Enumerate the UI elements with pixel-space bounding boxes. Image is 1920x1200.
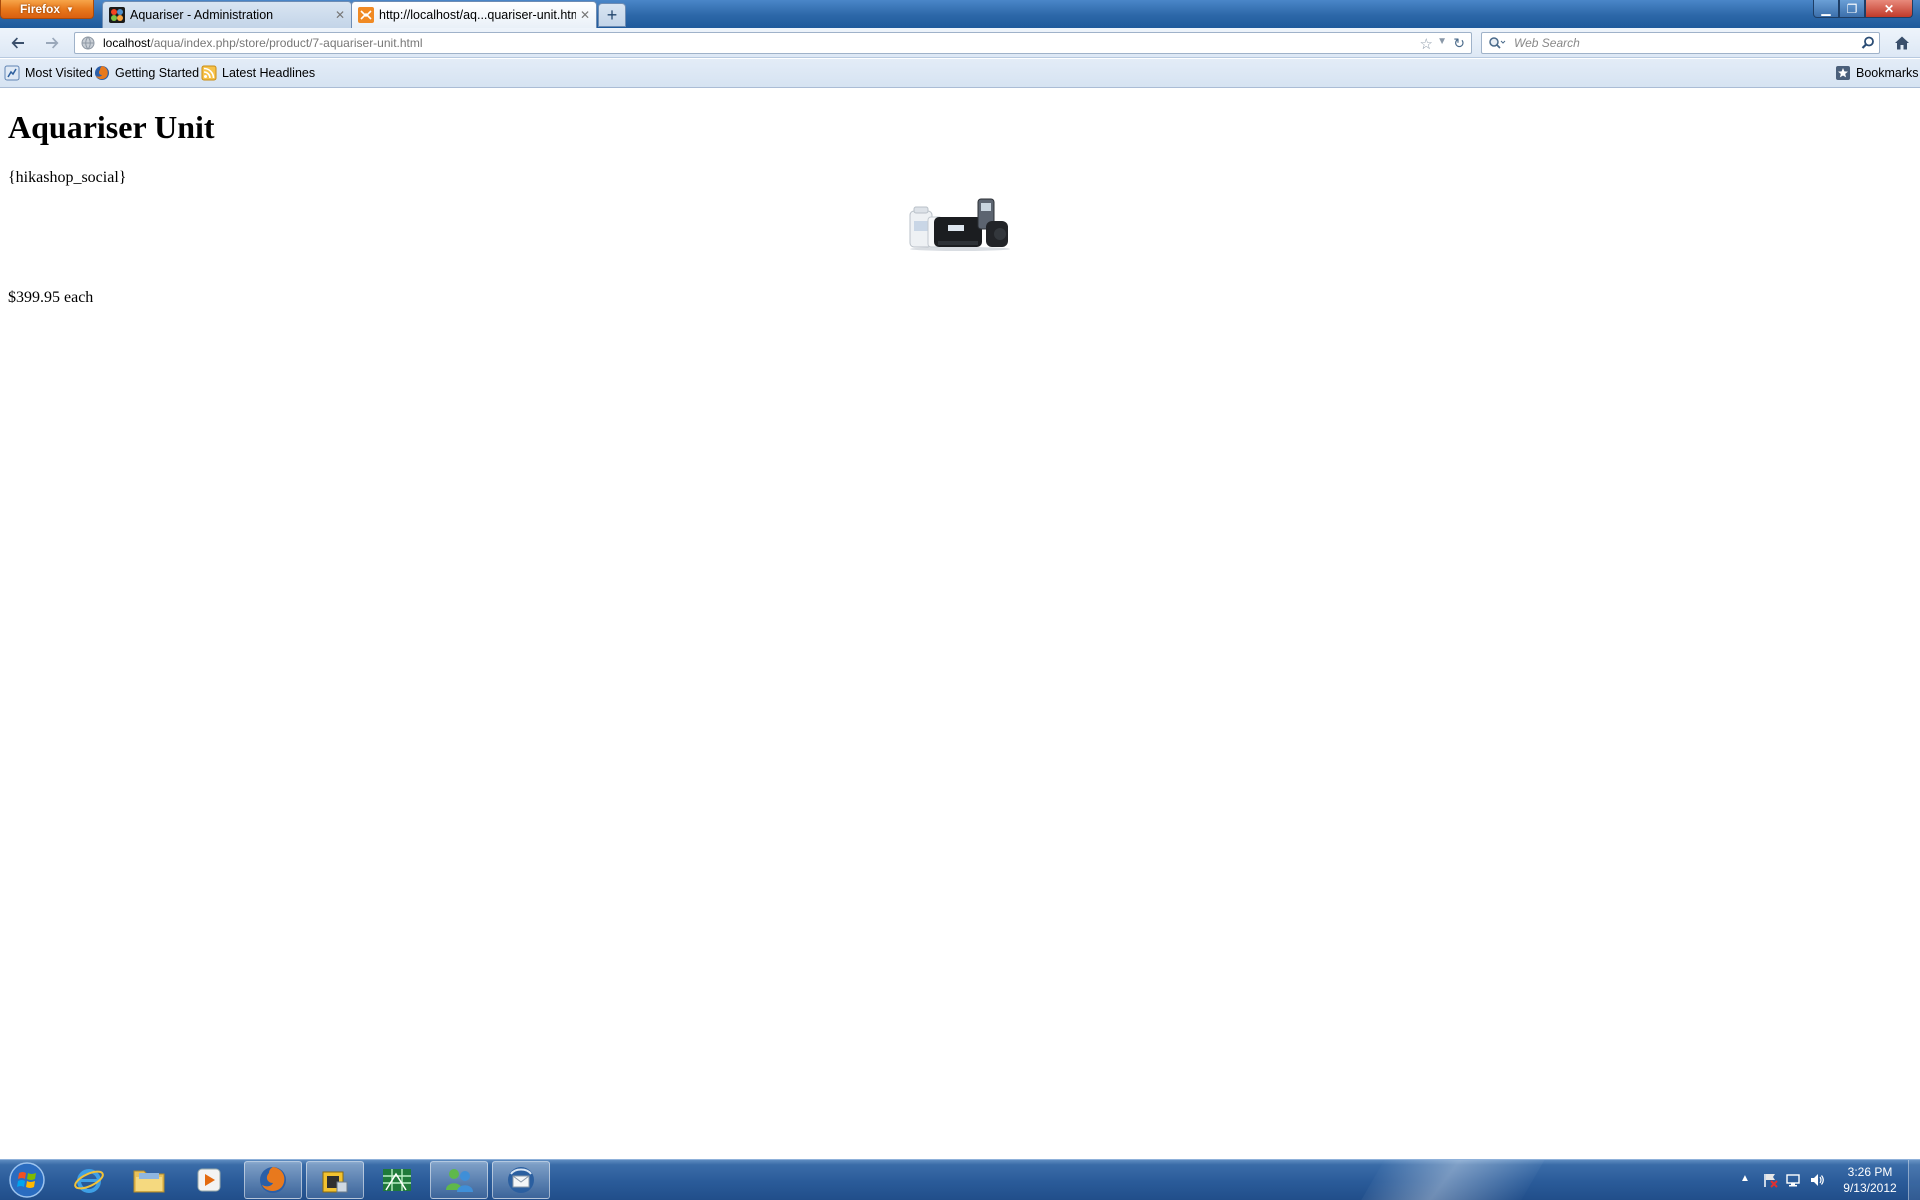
messenger-icon (446, 1169, 473, 1192)
tab-product-page[interactable]: http://localhost/aq...quariser-unit.html… (351, 1, 597, 28)
address-bar[interactable]: localhost/aqua/index.php/store/product/7… (74, 32, 1472, 54)
firefox-menu-button[interactable]: Firefox ▼ (0, 0, 94, 19)
show-desktop-button[interactable] (1908, 1160, 1920, 1200)
start-button[interactable] (4, 1161, 50, 1199)
joomla-icon (109, 7, 125, 23)
firefox-icon (95, 66, 109, 80)
thunderbird-icon (508, 1167, 534, 1193)
taskbar-glare (1349, 1160, 1551, 1200)
taskbar-spreadsheet-app[interactable] (368, 1161, 426, 1199)
chevron-down-icon: ▼ (66, 4, 74, 14)
navigation-toolbar: localhost/aqua/index.php/store/product/7… (0, 28, 1920, 58)
url-path: /aqua/index.php/store/product/7-aquarise… (150, 36, 423, 50)
media-player-icon (197, 1168, 221, 1192)
bookmark-label: Latest Headlines (222, 66, 316, 80)
rss-icon (201, 65, 217, 81)
volume-icon[interactable] (1808, 1171, 1826, 1189)
home-icon (1895, 36, 1909, 50)
reload-icon[interactable]: ↻ (1453, 35, 1465, 52)
page-content: Aquariser Unit {hikashop_social} $399.95… (0, 89, 1920, 1159)
back-button[interactable] (6, 32, 30, 54)
taskbar-file-explorer[interactable] (120, 1161, 178, 1199)
bookmarks-menu-button[interactable]: Bookmarks (1835, 64, 1919, 82)
bookmark-latest-headlines[interactable]: Latest Headlines (201, 64, 315, 82)
network-icon[interactable] (1784, 1171, 1802, 1189)
search-input[interactable] (1512, 35, 1857, 51)
url-host: localhost (103, 36, 151, 50)
minimize-icon: ▁ (1821, 1, 1831, 16)
taskbar-internet-explorer[interactable] (60, 1161, 118, 1199)
firefox-icon (260, 1167, 286, 1193)
taskbar-firefox[interactable] (244, 1161, 302, 1199)
bookmark-label: Getting Started (115, 66, 200, 80)
bookmarks-menu-label: Bookmarks (1856, 66, 1919, 80)
windows-taskbar: ▲ 3:26 PM 9/13/2012 (0, 1159, 1920, 1200)
taskbar-messenger[interactable] (430, 1161, 488, 1199)
back-arrow-icon (11, 37, 24, 49)
system-clock[interactable]: 3:26 PM 9/13/2012 (1830, 1164, 1910, 1196)
action-center-flag-icon[interactable] (1761, 1171, 1779, 1189)
plus-icon: + (606, 4, 618, 25)
most-visited-icon (4, 65, 20, 81)
search-engine-icon[interactable] (1482, 33, 1512, 53)
ftp-client-icon (322, 1171, 348, 1193)
tab-label: http://localhost/aq...quariser-unit.html (379, 8, 576, 22)
show-hidden-icons-button[interactable]: ▲ (1740, 1173, 1750, 1184)
bookmark-most-visited[interactable]: Most Visited (4, 64, 93, 82)
file-explorer-icon (133, 1170, 165, 1193)
product-price: $399.95 each (8, 289, 94, 306)
close-icon[interactable]: ✕ (335, 8, 345, 22)
taskbar-thunderbird[interactable] (492, 1161, 550, 1199)
restore-icon: ❐ (1846, 1, 1858, 16)
globe-icon[interactable] (79, 34, 97, 52)
social-placeholder-text: {hikashop_social} (8, 169, 127, 186)
close-icon: ✕ (1883, 1, 1895, 16)
taskbar-media-player[interactable] (180, 1161, 238, 1199)
page-title: Aquariser Unit (8, 109, 215, 145)
new-tab-button[interactable]: + (598, 3, 626, 27)
bookmark-getting-started[interactable]: Getting Started (94, 64, 199, 82)
bookmarks-toolbar: Most Visited Getting Started Latest Head… (0, 59, 1920, 88)
forward-button[interactable] (40, 32, 64, 54)
clock-time: 3:26 PM (1847, 1165, 1893, 1179)
chevron-down-icon[interactable]: ▼ (1437, 36, 1447, 47)
firefox-menu-label: Firefox (20, 2, 61, 16)
product-image[interactable] (908, 197, 1012, 251)
close-icon[interactable]: ✕ (580, 8, 590, 22)
clock-date: 9/13/2012 (1843, 1181, 1897, 1195)
windows-logo-icon (9, 1162, 45, 1198)
tab-administration[interactable]: Aquariser - Administration ✕ (102, 1, 352, 28)
browser-titlebar: Firefox ▼ Aquariser - Administration ✕ h… (0, 0, 1920, 28)
spreadsheet-app-icon (383, 1169, 411, 1191)
bookmarks-star-icon (1836, 66, 1850, 80)
taskbar-ftp-client[interactable] (306, 1161, 364, 1199)
maximize-button[interactable]: ❐ (1839, 0, 1865, 18)
internet-explorer-icon (74, 1169, 104, 1193)
bookmark-star-icon[interactable]: ☆ (1420, 35, 1433, 53)
minimize-button[interactable]: ▁ (1813, 0, 1839, 18)
home-button[interactable] (1890, 32, 1914, 54)
search-icon[interactable] (1857, 36, 1879, 50)
search-bar[interactable] (1481, 32, 1880, 54)
bookmark-label: Most Visited (25, 66, 93, 80)
window-close-button[interactable]: ✕ (1865, 0, 1913, 18)
forward-arrow-icon (46, 37, 59, 49)
tab-label: Aquariser - Administration (130, 8, 274, 22)
hikashop-icon (358, 7, 374, 23)
